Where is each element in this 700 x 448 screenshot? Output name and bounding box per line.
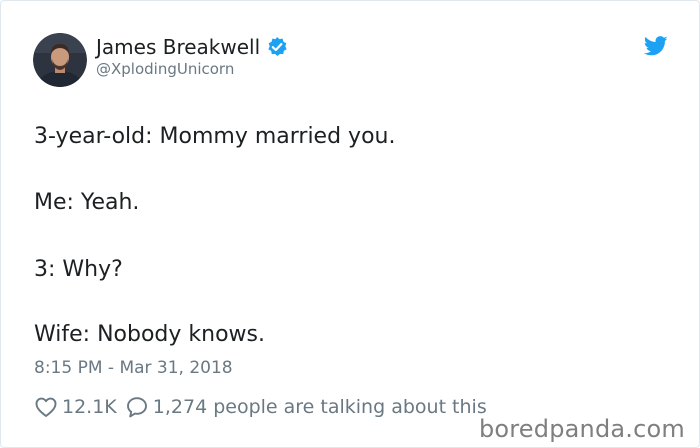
- tweet-line: Wife: Nobody knows.: [34, 322, 265, 347]
- tweet-line: 3: Why?: [34, 257, 123, 282]
- author-display-name[interactable]: James Breakwell: [96, 34, 260, 60]
- tweet-line: 3-year-old: Mommy married you.: [34, 124, 396, 149]
- avatar-image: [33, 33, 87, 87]
- author-name-row[interactable]: James Breakwell: [96, 34, 288, 60]
- engagement-bar: 12.1K 1,274 people are talking about thi…: [34, 393, 487, 421]
- heart-icon[interactable]: [34, 395, 58, 419]
- speech-bubble-icon[interactable]: [125, 395, 149, 419]
- avatar[interactable]: [33, 33, 87, 87]
- twitter-bird-icon[interactable]: [643, 36, 668, 56]
- watermark: boredpanda.com: [478, 415, 685, 443]
- conversation-count[interactable]: 1,274 people are talking about this: [153, 396, 487, 418]
- like-count[interactable]: 12.1K: [62, 396, 117, 418]
- tweet-timestamp[interactable]: 8:15 PM - Mar 31, 2018: [34, 357, 233, 379]
- tweet-line: Me: Yeah.: [34, 190, 140, 215]
- tweet-card: James Breakwell @XplodingUnicorn 3-year-…: [0, 0, 700, 448]
- verified-badge-icon: [266, 36, 288, 58]
- author-handle[interactable]: @XplodingUnicorn: [96, 60, 234, 78]
